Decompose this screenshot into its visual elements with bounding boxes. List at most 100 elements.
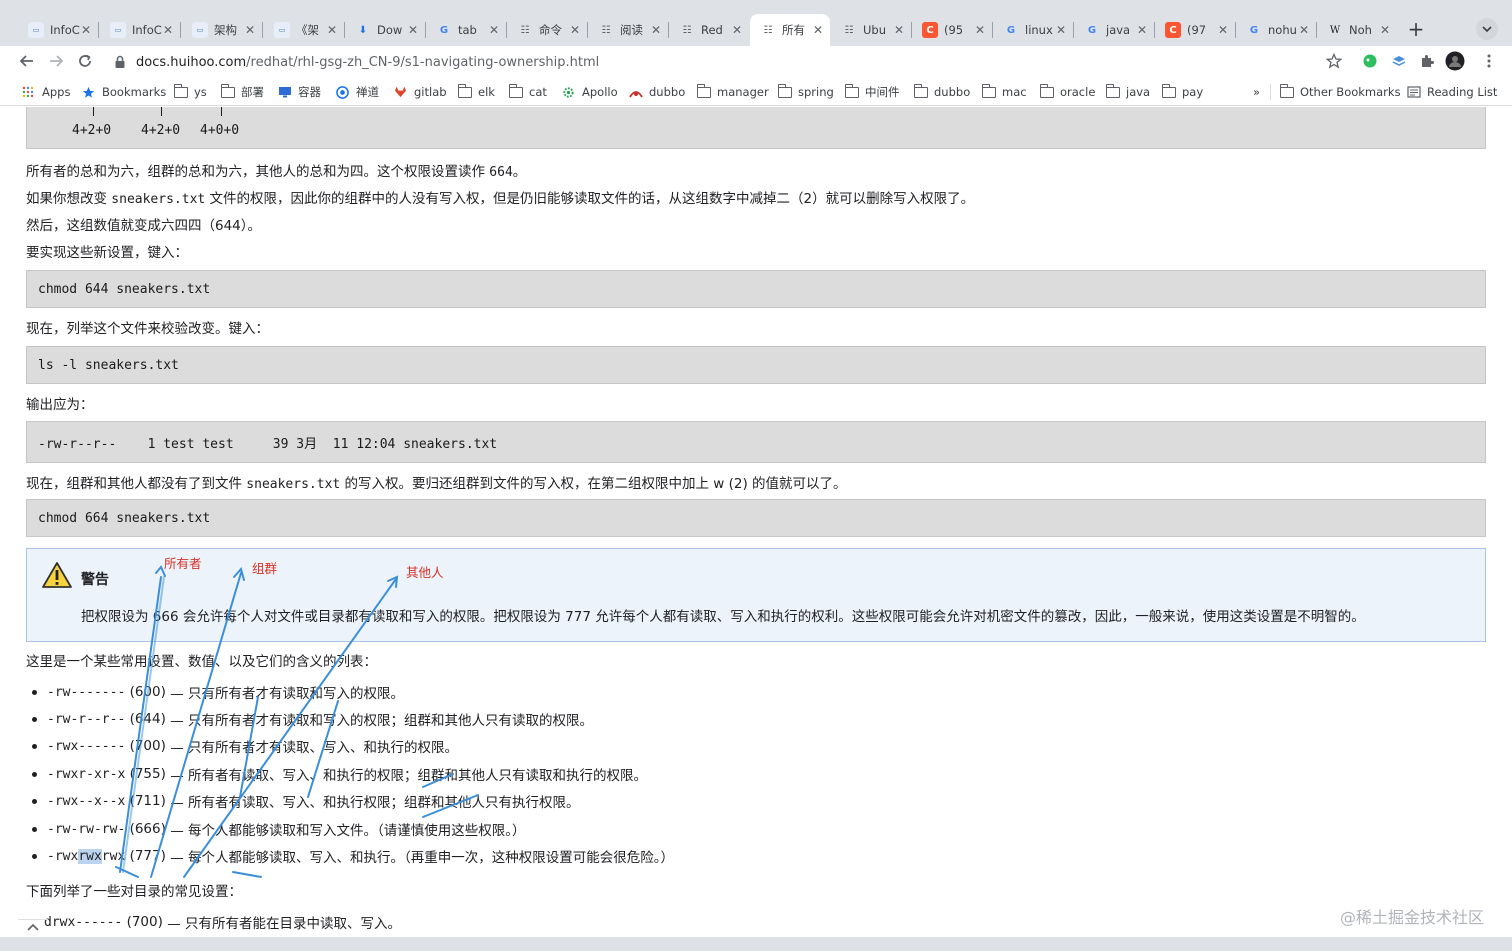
close-icon[interactable]: ✕: [974, 23, 986, 37]
code-block-output: -rw-r--r-- 1 test test 39 3月 11 12:04 sn…: [26, 421, 1486, 463]
csdn-icon: C: [1165, 22, 1181, 38]
bookmark-item[interactable]: pay: [1162, 83, 1203, 101]
evernote-extension-button[interactable]: [1359, 50, 1381, 72]
close-icon[interactable]: ✕: [407, 23, 419, 37]
bookmark-item[interactable]: spring: [778, 83, 834, 101]
bullet: [32, 771, 37, 777]
browser-toolbar: docs.huihoo.com/redhat/rhl-gsg-zh_CN-9/s…: [0, 46, 1512, 76]
permission-string: -rwx--x--x: [47, 793, 126, 809]
scroll-up-button[interactable]: [18, 919, 48, 937]
close-icon[interactable]: ✕: [1136, 23, 1148, 37]
bookmark-item[interactable]: 部署: [221, 83, 264, 101]
inline-code: sneakers.txt: [111, 192, 206, 207]
bookmark-item[interactable]: dubbo: [629, 83, 685, 101]
bookmark-item[interactable]: cat: [509, 83, 547, 101]
browser-tab[interactable]: ▭ InfoC ✕: [18, 14, 98, 46]
warning-body: 把权限设为 666 会允许每个人对文件或目录都有读取和写入的权限。把权限设为 7…: [81, 609, 1365, 625]
browser-tab[interactable]: C (95 ✕: [912, 14, 992, 46]
evernote-icon: [1363, 54, 1377, 68]
bookmark-item[interactable]: oracle: [1040, 83, 1095, 101]
browser-tab[interactable]: ▭ InfoC ✕: [100, 14, 180, 46]
close-icon[interactable]: ✕: [162, 23, 174, 37]
site-favicon-icon: ▭: [274, 22, 290, 38]
close-icon[interactable]: ✕: [1379, 23, 1391, 37]
bookmark-item[interactable]: dubbo: [914, 83, 970, 101]
octal-sum-others: 4+0+0: [200, 123, 240, 138]
bookmark-item[interactable]: 中间件: [845, 83, 900, 101]
menu-button[interactable]: [1478, 50, 1500, 72]
browser-tab[interactable]: ☷ 阅读 ✕: [588, 14, 668, 46]
close-icon[interactable]: ✕: [1217, 23, 1229, 37]
bookmark-item[interactable]: java: [1106, 83, 1150, 101]
tab-title: 《架: [296, 23, 319, 37]
code-block-octal-sum: 4+2+0 4+2+0 4+0+0: [26, 107, 1486, 149]
reading-list-button[interactable]: Reading List: [1407, 83, 1497, 101]
browser-tab[interactable]: Glinux ✕: [993, 14, 1073, 46]
permission-string: -rwxr-xr-x: [47, 766, 126, 782]
bookmark-item[interactable]: 容器: [278, 83, 321, 101]
gear-icon: [562, 86, 576, 98]
bookmark-item[interactable]: Bookmarks: [82, 83, 166, 101]
close-icon[interactable]: ✕: [488, 23, 500, 37]
page-content: 4+2+0 4+2+0 4+0+0 所有者的总和为六，组群的总和为六，其他人的总…: [8, 107, 1504, 937]
warning-icon: [42, 562, 72, 588]
browser-tab[interactable]: ▭ 《架 ✕: [264, 14, 344, 46]
list-item: -rwxr-xr-x (755) — 所有者有读取、写入、和执行的权限；组群和其…: [32, 764, 647, 784]
address-bar[interactable]: docs.huihoo.com/redhat/rhl-gsg-zh_CN-9/s…: [104, 48, 1356, 76]
bookmark-label: pay: [1182, 85, 1204, 99]
profile-avatar[interactable]: [1444, 50, 1466, 72]
apps-grid-icon: [22, 86, 36, 98]
bookmark-item[interactable]: manager: [697, 83, 769, 101]
bookmark-item[interactable]: mac: [982, 83, 1027, 101]
close-icon[interactable]: ✕: [650, 23, 662, 37]
other-bookmarks-folder[interactable]: Other Bookmarks: [1280, 83, 1401, 101]
reload-icon: [79, 54, 91, 67]
bookmark-item[interactable]: elk: [458, 83, 495, 101]
browser-tab[interactable]: ☷ Red ✕: [669, 14, 749, 46]
bookmark-item[interactable]: 禅道: [336, 83, 379, 101]
bookmarks-overflow-button[interactable]: »: [1253, 83, 1260, 101]
layers-icon: [1392, 56, 1406, 66]
new-tab-button[interactable]: +: [1404, 18, 1428, 42]
other-bookmarks-label: Other Bookmarks: [1300, 85, 1401, 99]
bookmark-item[interactable]: Apollo: [562, 83, 618, 101]
layers-extension-button[interactable]: [1388, 50, 1410, 72]
browser-tab[interactable]: C (97 ✕: [1155, 14, 1235, 46]
tab-title: InfoC: [132, 23, 162, 37]
browser-tab[interactable]: ☷ Ubu ✕: [831, 14, 911, 46]
tab-search-button[interactable]: [1476, 18, 1498, 40]
site-favicon-icon: ▭: [192, 22, 208, 38]
list-item: -rw-rw-rw- (666) — 每个人都能够读取和写入文件。（请谨慎使用这…: [32, 819, 525, 839]
list-intro: 这里是一个某些常用设置、数值、以及它们的含义的列表：: [26, 654, 377, 670]
browser-tab[interactable]: Gnohu ✕: [1236, 14, 1316, 46]
bookmark-item[interactable]: Apps: [22, 83, 70, 101]
forward-button[interactable]: [45, 50, 67, 72]
browser-tab[interactable]: Gjava ✕: [1074, 14, 1154, 46]
browser-tab[interactable]: Gtab ✕: [426, 14, 506, 46]
close-icon[interactable]: ✕: [244, 23, 256, 37]
annotation-owner: 所有者: [164, 556, 202, 571]
bookmark-star-button[interactable]: [1323, 50, 1345, 72]
extensions-button[interactable]: [1416, 50, 1438, 72]
close-icon[interactable]: ✕: [1055, 23, 1067, 37]
back-button[interactable]: [16, 50, 38, 72]
close-icon[interactable]: ✕: [893, 23, 905, 37]
close-icon[interactable]: ✕: [731, 23, 743, 37]
close-icon[interactable]: ✕: [326, 23, 338, 37]
browser-tab[interactable]: W Noh ✕: [1317, 14, 1397, 46]
tab-title: 阅读: [620, 23, 643, 37]
browser-tab[interactable]: ⬇ Dow ✕: [345, 14, 425, 46]
csdn-icon: C: [922, 22, 938, 38]
browser-tab[interactable]: ☷ 命令 ✕: [507, 14, 587, 46]
close-icon[interactable]: ✕: [569, 23, 581, 37]
permission-value: (600): [129, 684, 166, 700]
list-item: -rw-r--r-- (644) — 只有所有者才有读取和写入的权限；组群和其他…: [32, 709, 593, 729]
close-icon[interactable]: ✕: [80, 23, 92, 37]
bookmark-item[interactable]: ys: [174, 83, 207, 101]
close-icon[interactable]: ✕: [1298, 23, 1310, 37]
reload-button[interactable]: [74, 50, 96, 72]
browser-tab[interactable]: ☷ 所有 ✕: [750, 14, 830, 46]
bookmark-item[interactable]: gitlab: [394, 83, 447, 101]
browser-tab[interactable]: ▭ 架构 ✕: [182, 14, 262, 46]
close-icon[interactable]: ✕: [812, 23, 824, 37]
